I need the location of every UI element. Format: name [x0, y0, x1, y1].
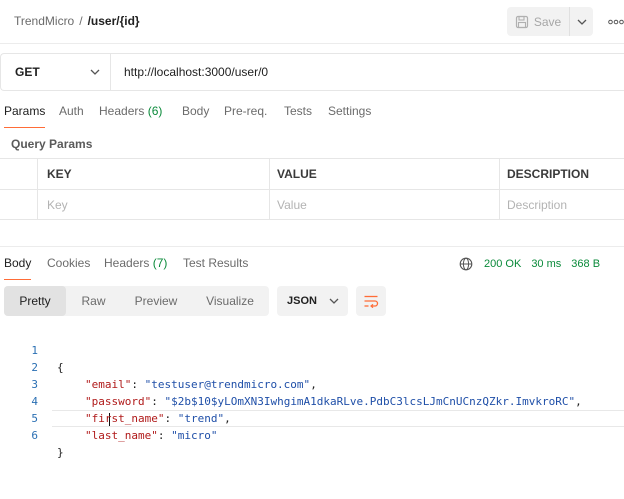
code-line: 6 }	[0, 410, 624, 459]
json-key: "last_name"	[85, 429, 158, 442]
tab-body[interactable]: Body	[182, 104, 209, 128]
json-close-brace: }	[57, 446, 64, 459]
save-options-button[interactable]	[569, 7, 593, 36]
request-name[interactable]: /user/{id}	[88, 14, 140, 28]
status-code[interactable]: 200 OK	[484, 258, 521, 270]
tab-settings[interactable]: Settings	[328, 104, 371, 128]
wrap-lines-icon	[364, 295, 379, 308]
pane-divider[interactable]	[0, 246, 624, 247]
method-label: GET	[15, 65, 40, 79]
chevron-down-icon	[329, 298, 339, 304]
tab-auth[interactable]: Auth	[59, 104, 84, 128]
column-divider	[269, 159, 270, 220]
url-input[interactable]: http://localhost:3000/user/0	[111, 54, 268, 90]
save-icon	[515, 15, 528, 28]
query-params-table: KEY VALUE DESCRIPTION Key Value Descript…	[0, 158, 624, 220]
code-line: 2 "email": "testuser@trendmicro.com",	[0, 342, 624, 391]
breadcrumb-separator: /	[79, 14, 83, 28]
globe-icon[interactable]	[459, 257, 473, 271]
tab-headers-label: Headers	[99, 104, 145, 118]
tab-tests[interactable]: Tests	[284, 104, 312, 128]
column-key: KEY	[47, 167, 72, 181]
response-status: 200 OK 30 ms 368 B	[459, 257, 600, 271]
tab-cookies[interactable]: Cookies	[47, 256, 90, 280]
breadcrumb-workspace[interactable]: TrendMicro	[14, 14, 74, 28]
code-line: 3 "password": "$2b$10$yLOmXN3IwhgimA1dka…	[0, 359, 624, 408]
view-preview-button[interactable]: Preview	[121, 286, 191, 316]
tab-response-body[interactable]: Body	[4, 256, 32, 280]
tab-response-headers-label: Headers	[104, 256, 150, 270]
request-tabs: Params Auth Headers (6) Body Pre-req. Te…	[0, 104, 624, 128]
tab-test-results[interactable]: Test Results	[183, 256, 248, 280]
save-button-group: Save	[507, 7, 593, 36]
table-row: Key Value Description	[0, 190, 624, 221]
wrap-lines-button[interactable]	[356, 286, 386, 316]
format-select[interactable]: JSON	[277, 286, 348, 316]
view-pretty-button[interactable]: Pretty	[4, 286, 66, 316]
request-header: TrendMicro / /user/{id} Save	[0, 0, 624, 44]
code-line: 4 "first_name": "trend",	[0, 376, 624, 425]
column-divider	[499, 159, 500, 220]
tab-prereq[interactable]: Pre-req.	[224, 104, 267, 128]
param-key-input[interactable]: Key	[47, 190, 269, 220]
save-button[interactable]: Save	[507, 7, 569, 36]
json-field: "last_name": "micro"	[85, 429, 218, 442]
response-body-viewer[interactable]: 1 { 2 "email": "testuser@trendmicro.com"…	[0, 325, 624, 459]
save-label: Save	[533, 14, 562, 29]
column-value: VALUE	[277, 167, 317, 181]
response-size[interactable]: 368 B	[571, 258, 600, 270]
column-description: DESCRIPTION	[507, 167, 590, 181]
line-number: 6	[31, 429, 38, 442]
tab-params[interactable]: Params	[4, 104, 46, 128]
column-divider	[37, 159, 38, 220]
code-line: 1 {	[0, 325, 624, 374]
query-params-title: Query Params	[11, 137, 93, 151]
tab-headers[interactable]: Headers (6)	[99, 104, 162, 128]
method-select[interactable]: GET	[1, 54, 111, 90]
view-mode-toggle: Pretty Raw Preview Visualize	[4, 286, 269, 316]
chevron-down-icon	[577, 19, 586, 25]
request-bar: GET http://localhost:3000/user/0	[0, 53, 624, 91]
chevron-down-icon	[90, 69, 100, 75]
view-visualize-button[interactable]: Visualize	[191, 286, 269, 316]
table-header-row: KEY VALUE DESCRIPTION	[0, 159, 624, 190]
more-options-icon[interactable]	[608, 19, 624, 25]
breadcrumb: TrendMicro / /user/{id}	[14, 14, 140, 28]
format-label: JSON	[287, 295, 317, 307]
view-raw-button[interactable]: Raw	[66, 286, 121, 316]
param-value-input[interactable]: Value	[277, 190, 499, 220]
json-value: "micro"	[171, 429, 218, 442]
headers-count: (6)	[147, 104, 163, 118]
param-description-input[interactable]: Description	[507, 190, 624, 220]
code-line: 5 "last_name": "micro"	[0, 393, 624, 442]
tab-response-headers[interactable]: Headers (7)	[104, 256, 167, 280]
response-headers-count: (7)	[152, 256, 168, 270]
response-time[interactable]: 30 ms	[531, 258, 561, 270]
